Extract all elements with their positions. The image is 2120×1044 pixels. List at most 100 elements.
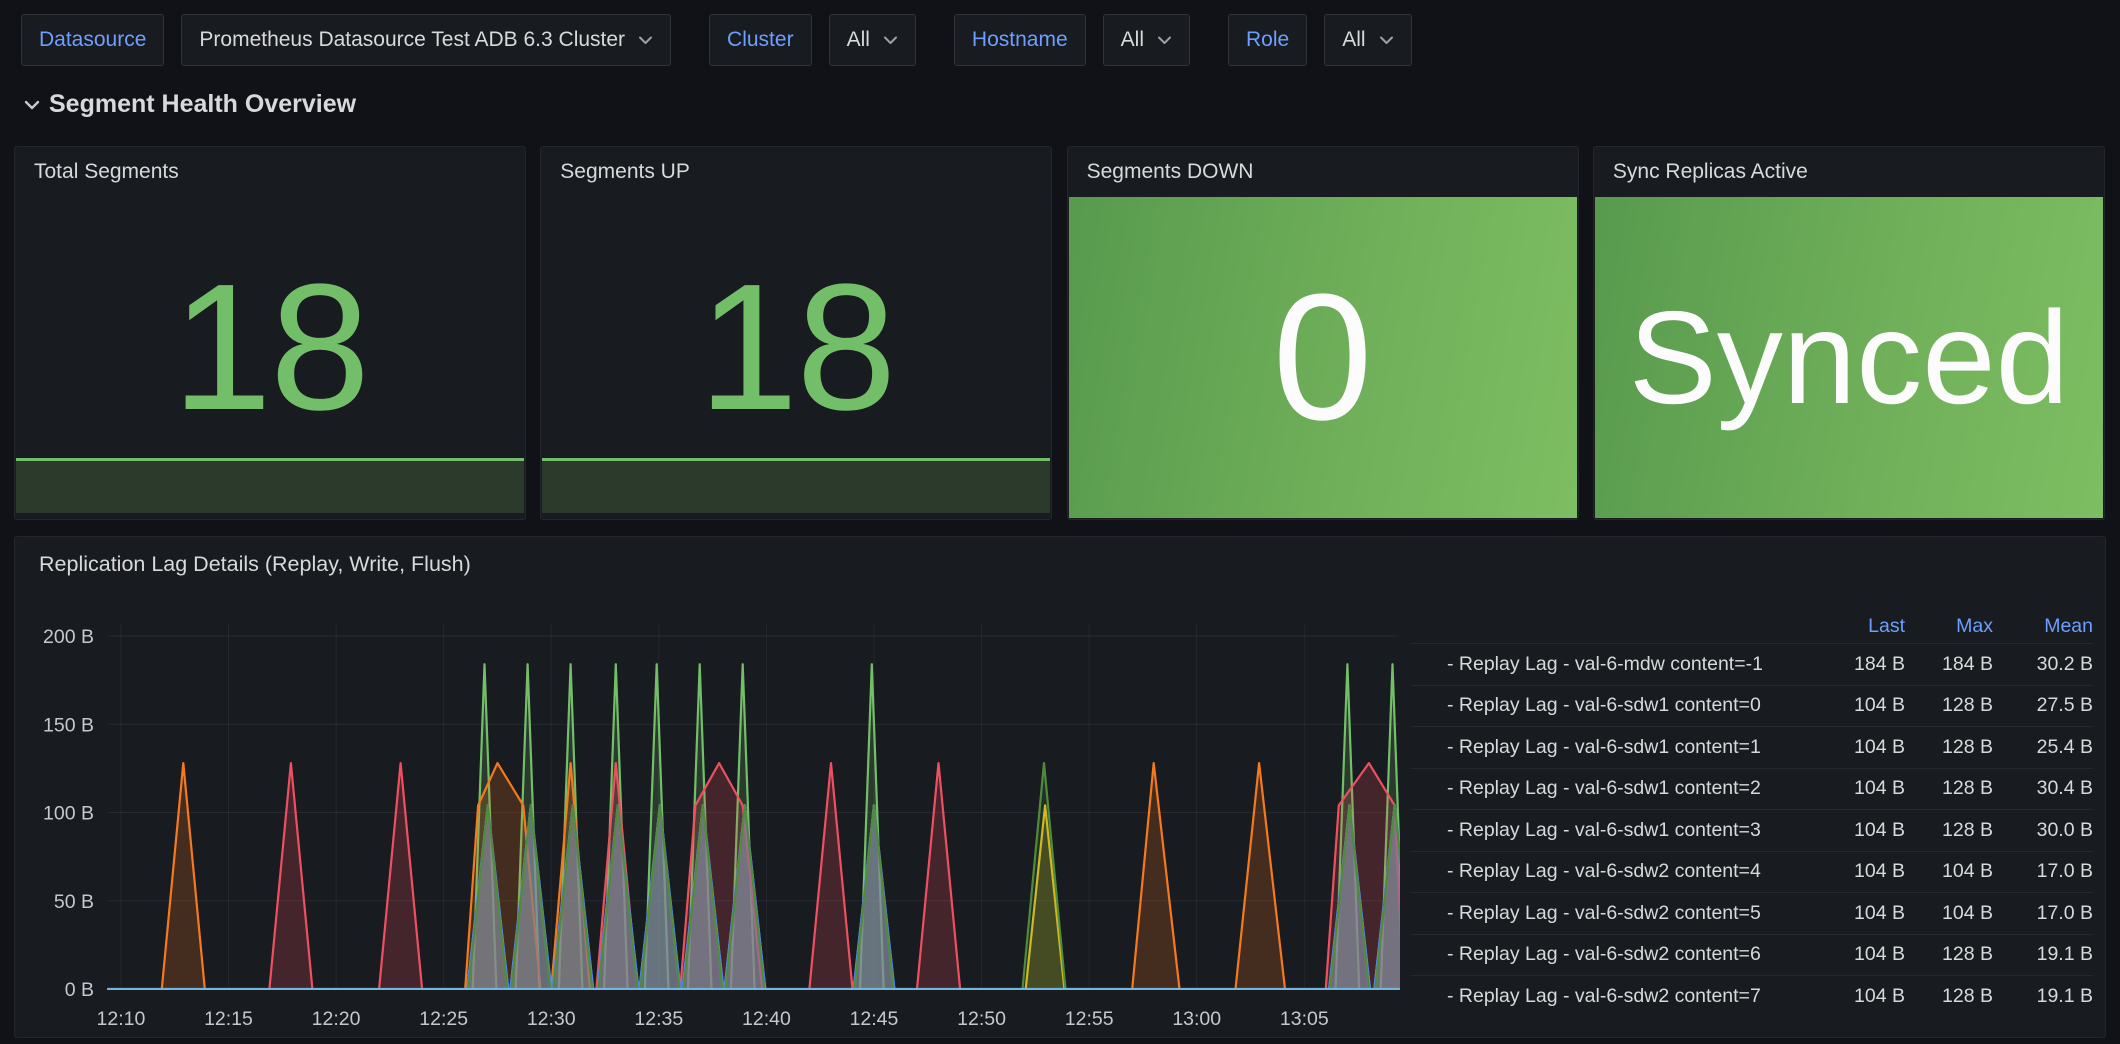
- timeseries-plot[interactable]: 0 B50 B100 B150 B200 B12:1012:1512:2012:…: [15, 537, 1407, 1037]
- legend-header-row: Last Max Mean: [1411, 609, 2093, 643]
- series-stat-mean: 30.4 B: [1993, 777, 2093, 800]
- chevron-down-icon: [1157, 36, 1172, 45]
- x-axis-tick-label: 12:50: [957, 1008, 1006, 1030]
- series-stat-mean: 30.0 B: [1993, 819, 2093, 842]
- section-header-segment-health[interactable]: Segment Health Overview: [24, 90, 356, 119]
- series-area: [809, 763, 852, 989]
- series-stat-max: 128 B: [1905, 943, 1993, 966]
- legend-row[interactable]: - Replay Lag - val-6-mdw content=-1184 B…: [1411, 643, 2093, 685]
- series-stat-max: 128 B: [1905, 694, 1993, 717]
- chevron-down-icon: [638, 36, 653, 45]
- legend-col-mean[interactable]: Mean: [1993, 615, 2093, 638]
- stat-panel-title[interactable]: Segments DOWN: [1068, 147, 1578, 184]
- stat-panel-0: Total Segments18: [14, 146, 526, 520]
- stat-value: 0: [1273, 254, 1373, 461]
- series-stat-max: 128 B: [1905, 777, 1993, 800]
- stat-panel-title[interactable]: Total Segments: [15, 147, 525, 184]
- series-name: - Replay Lag - val-6-sdw1 content=3: [1447, 819, 1817, 842]
- stat-panel-title[interactable]: Sync Replicas Active: [1594, 147, 2104, 184]
- legend-col-max[interactable]: Max: [1905, 615, 1993, 638]
- stat-value: Synced: [1629, 282, 2069, 433]
- x-axis-tick-label: 12:25: [419, 1008, 468, 1030]
- stat-green-background: 0: [1069, 197, 1577, 518]
- y-axis-tick-label: 0 B: [65, 979, 94, 1001]
- series-stat-last: 104 B: [1817, 736, 1905, 759]
- series-stat-max: 104 B: [1905, 902, 1993, 925]
- legend-row[interactable]: - Replay Lag - val-6-sdw1 content=2104 B…: [1411, 768, 2093, 810]
- series-area: [917, 763, 960, 989]
- variable-value-text: All: [1342, 28, 1365, 52]
- series-stat-mean: 30.2 B: [1993, 653, 2093, 676]
- variable-value-text: All: [847, 28, 870, 52]
- x-axis-tick-label: 12:55: [1065, 1008, 1114, 1030]
- variable-value-dropdown-1[interactable]: All: [829, 14, 916, 66]
- series-stat-last: 104 B: [1817, 902, 1905, 925]
- variable-value-dropdown-2[interactable]: All: [1103, 14, 1190, 66]
- series-stat-last: 104 B: [1817, 985, 1905, 1008]
- x-axis-tick-label: 12:45: [850, 1008, 899, 1030]
- series-stat-mean: 25.4 B: [1993, 736, 2093, 759]
- legend-table: Last Max Mean - Replay Lag - val-6-mdw c…: [1411, 609, 2093, 1017]
- variable-label-1: Cluster: [709, 14, 812, 66]
- series-stat-mean: 19.1 B: [1993, 985, 2093, 1008]
- variable-label-3: Role: [1228, 14, 1307, 66]
- series-name: - Replay Lag - val-6-sdw1 content=2: [1447, 777, 1817, 800]
- stat-value: 18: [541, 237, 1051, 457]
- variable-group-0: Datasource Prometheus Datasource Test ADB…: [21, 14, 671, 66]
- series-name: - Replay Lag - val-6-sdw2 content=4: [1447, 860, 1817, 883]
- series-stat-mean: 19.1 B: [1993, 943, 2093, 966]
- legend-row[interactable]: - Replay Lag - val-6-sdw2 content=6104 B…: [1411, 934, 2093, 976]
- variable-value-dropdown-0[interactable]: Prometheus Datasource Test ADB 6.3 Clust…: [181, 14, 671, 66]
- series-area: [855, 805, 894, 989]
- series-area: [162, 763, 205, 989]
- stat-sparkline: [16, 458, 524, 513]
- legend-row[interactable]: - Replay Lag - val-6-sdw1 content=1104 B…: [1411, 726, 2093, 768]
- legend-row[interactable]: - Replay Lag - val-6-sdw2 content=7104 B…: [1411, 975, 2093, 1017]
- x-axis-tick-label: 13:05: [1280, 1008, 1329, 1030]
- variable-bar: Datasource Prometheus Datasource Test ADB…: [21, 14, 1450, 66]
- series-name: - Replay Lag - val-6-sdw1 content=1: [1447, 736, 1817, 759]
- series-area: [1132, 763, 1179, 989]
- x-axis-tick-label: 12:15: [204, 1008, 253, 1030]
- x-axis-tick-label: 12:35: [634, 1008, 683, 1030]
- variable-label-2: Hostname: [954, 14, 1086, 66]
- variable-label-0: Datasource: [21, 14, 164, 66]
- series-area: [641, 805, 680, 989]
- variable-group-3: Role All: [1228, 14, 1412, 66]
- chevron-down-icon: [1379, 36, 1394, 45]
- y-axis-tick-label: 150 B: [43, 714, 94, 736]
- series-stat-mean: 17.0 B: [1993, 860, 2093, 883]
- legend-row[interactable]: - Replay Lag - val-6-sdw1 content=3104 B…: [1411, 809, 2093, 851]
- series-stat-last: 184 B: [1817, 653, 1905, 676]
- x-axis-tick-label: 13:00: [1172, 1008, 1221, 1030]
- series-stat-max: 184 B: [1905, 653, 1993, 676]
- x-axis-tick-label: 12:40: [742, 1008, 791, 1030]
- stat-panel-1: Segments UP 18: [540, 146, 1052, 520]
- legend-row[interactable]: - Replay Lag - val-6-sdw1 content=0104 B…: [1411, 685, 2093, 727]
- replication-lag-panel: Replication Lag Details (Replay, Write, …: [14, 536, 2106, 1038]
- legend-row[interactable]: - Replay Lag - val-6-sdw2 content=4104 B…: [1411, 851, 2093, 893]
- series-stat-last: 104 B: [1817, 819, 1905, 842]
- section-title: Segment Health Overview: [49, 90, 356, 119]
- stat-panel-title[interactable]: Segments UP: [541, 147, 1051, 184]
- series-stat-last: 104 B: [1817, 860, 1905, 883]
- variable-value-text: Prometheus Datasource Test ADB 6.3 Clust…: [199, 28, 625, 52]
- stat-sparkline: [542, 458, 1050, 513]
- legend-col-last[interactable]: Last: [1817, 615, 1905, 638]
- series-name: - Replay Lag - val-6-sdw2 content=7: [1447, 985, 1817, 1008]
- series-stat-last: 104 B: [1817, 694, 1905, 717]
- series-stat-max: 128 B: [1905, 985, 1993, 1008]
- y-axis-tick-label: 50 B: [54, 891, 94, 913]
- series-name: - Replay Lag - val-6-sdw1 content=0: [1447, 694, 1817, 717]
- series-stat-last: 104 B: [1817, 943, 1905, 966]
- stat-panel-2: Segments DOWN 0: [1067, 146, 1579, 520]
- legend-row[interactable]: - Replay Lag - val-6-sdw2 content=5104 B…: [1411, 892, 2093, 934]
- series-stat-max: 128 B: [1905, 736, 1993, 759]
- x-axis-tick-label: 12:20: [312, 1008, 361, 1030]
- y-axis-tick-label: 200 B: [43, 626, 94, 648]
- x-axis-tick-label: 12:10: [97, 1008, 146, 1030]
- variable-group-2: Hostname All: [954, 14, 1190, 66]
- variable-value-dropdown-3[interactable]: All: [1324, 14, 1411, 66]
- x-axis-tick-label: 12:30: [527, 1008, 576, 1030]
- stat-panel-3: Sync Replicas Active Synced: [1593, 146, 2105, 520]
